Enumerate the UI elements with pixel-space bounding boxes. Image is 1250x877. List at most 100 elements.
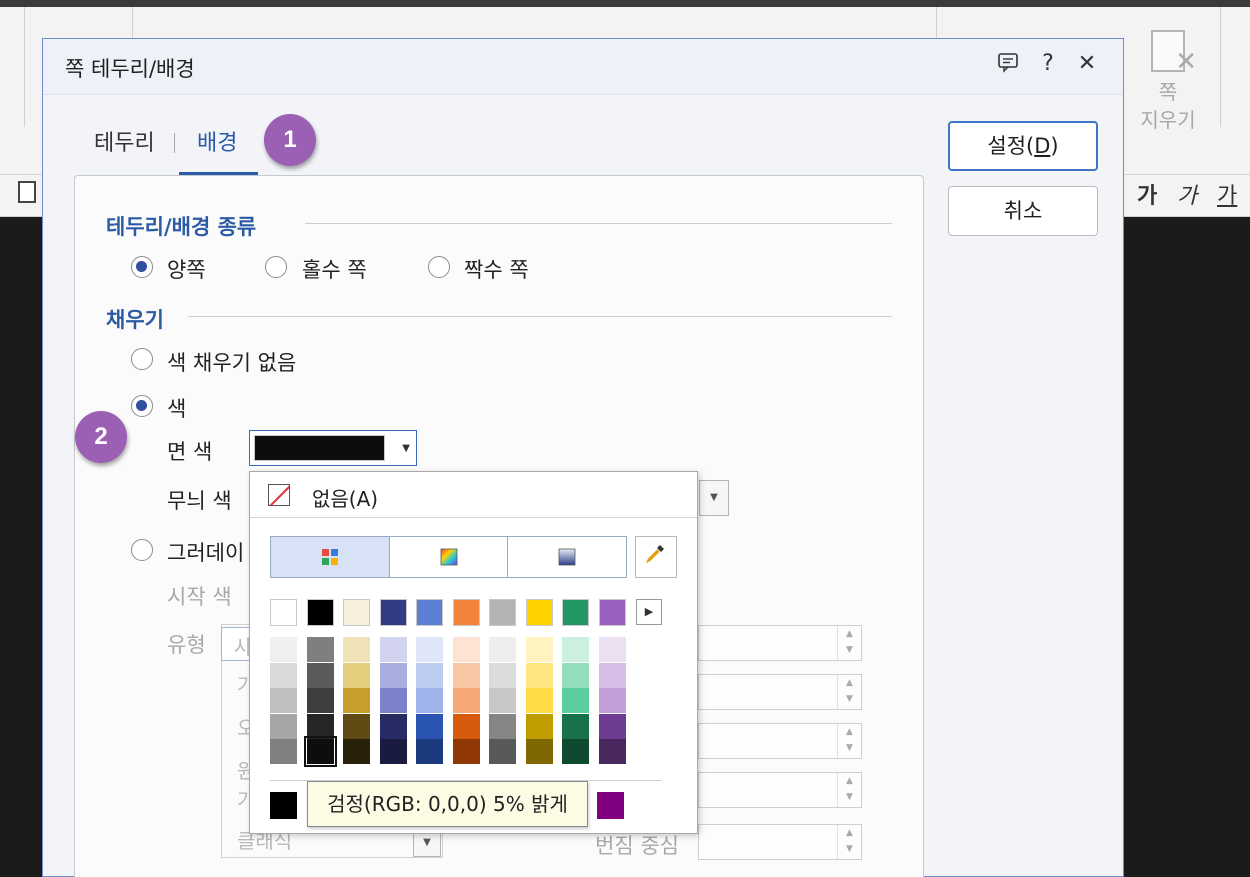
cancel-button[interactable]: 취소 xyxy=(948,186,1098,236)
shade-swatch[interactable] xyxy=(306,662,334,688)
shade-swatch[interactable] xyxy=(343,688,370,713)
shade-swatch[interactable] xyxy=(598,713,626,739)
spin-field[interactable]: ▲ ▼ xyxy=(698,674,862,710)
shade-swatch[interactable] xyxy=(379,637,407,662)
spin-field[interactable]: ▲ ▼ xyxy=(698,723,862,759)
shade-swatch[interactable] xyxy=(343,637,370,662)
shade-swatch[interactable] xyxy=(416,688,443,713)
radio-color-fill[interactable] xyxy=(131,395,153,417)
tab-theme-palette[interactable] xyxy=(271,537,390,577)
ok-button[interactable]: 설정(D) xyxy=(948,121,1098,171)
theme-color-swatch[interactable] xyxy=(525,599,553,626)
document-icon[interactable] xyxy=(18,181,36,203)
spin-field[interactable]: ▲ ▼ xyxy=(698,625,862,661)
no-color-option[interactable]: 없음(A) xyxy=(250,472,697,518)
shade-swatch[interactable] xyxy=(598,739,626,764)
radio-both-pages[interactable] xyxy=(131,256,153,278)
shade-swatch[interactable] xyxy=(379,739,407,764)
tab-spectrum[interactable] xyxy=(390,537,509,577)
clear-page-button[interactable]: 쪽 지우기 xyxy=(1130,30,1206,134)
radio-odd-pages[interactable] xyxy=(265,256,287,278)
theme-color-swatch[interactable] xyxy=(452,599,480,626)
shade-swatch[interactable] xyxy=(489,739,516,764)
underline-button[interactable]: 가 xyxy=(1217,178,1237,210)
more-colors-arrow[interactable]: ▶ xyxy=(636,599,662,625)
spin-arrows-icon[interactable]: ▲ ▼ xyxy=(837,675,861,709)
shade-swatch[interactable] xyxy=(452,688,480,713)
eyedropper-icon[interactable] xyxy=(635,536,677,578)
theme-color-swatch[interactable] xyxy=(379,599,407,626)
shade-swatch[interactable] xyxy=(416,637,443,662)
shade-swatch[interactable] xyxy=(379,662,407,688)
shade-swatch[interactable] xyxy=(562,637,589,662)
shade-swatch[interactable] xyxy=(489,713,516,739)
shade-swatch[interactable] xyxy=(343,739,370,764)
shade-swatch[interactable] xyxy=(416,713,443,739)
shade-swatch[interactable] xyxy=(452,637,480,662)
shade-swatch[interactable] xyxy=(416,739,443,764)
shade-swatch[interactable] xyxy=(270,688,297,713)
shade-swatch[interactable] xyxy=(525,739,553,764)
theme-color-swatch[interactable] xyxy=(598,599,626,626)
shade-swatch[interactable] xyxy=(598,637,626,662)
shade-swatch[interactable] xyxy=(525,688,553,713)
recent-color-swatch[interactable] xyxy=(270,792,297,819)
shade-swatch[interactable] xyxy=(306,713,334,739)
shade-swatch[interactable] xyxy=(452,739,480,764)
theme-color-swatch[interactable] xyxy=(306,599,334,626)
radio-even-pages[interactable] xyxy=(428,256,450,278)
dialog-titlebar[interactable]: 쪽 테두리/배경 ? ✕ xyxy=(43,39,1123,95)
shade-swatch[interactable] xyxy=(562,713,589,739)
shade-swatch[interactable] xyxy=(489,688,516,713)
shade-swatch[interactable] xyxy=(303,736,337,767)
shade-swatch[interactable] xyxy=(343,713,370,739)
shade-swatch[interactable] xyxy=(562,688,589,713)
tab-background[interactable]: 배경 xyxy=(197,125,237,157)
shade-swatch[interactable] xyxy=(306,688,334,713)
spin-arrows-icon[interactable]: ▲ ▼ xyxy=(837,724,861,758)
theme-color-swatch[interactable] xyxy=(416,599,443,626)
shade-swatch[interactable] xyxy=(489,637,516,662)
italic-button[interactable]: 가 xyxy=(1177,178,1197,210)
theme-color-swatch[interactable] xyxy=(270,599,297,626)
recent-color-swatch[interactable] xyxy=(597,792,624,819)
shade-swatch[interactable] xyxy=(598,688,626,713)
close-button[interactable]: ✕ xyxy=(1072,51,1102,76)
shade-swatch[interactable] xyxy=(270,637,297,662)
shade-swatch[interactable] xyxy=(416,662,443,688)
spin-arrows-icon[interactable]: ▲ ▼ xyxy=(837,626,861,660)
help-button[interactable]: ? xyxy=(1033,51,1063,76)
shade-swatch[interactable] xyxy=(525,637,553,662)
shade-swatch[interactable] xyxy=(306,637,334,662)
theme-color-swatch[interactable] xyxy=(489,599,516,626)
radio-gradient-fill[interactable] xyxy=(131,539,153,561)
comment-icon[interactable] xyxy=(993,51,1023,79)
shade-swatch[interactable] xyxy=(525,662,553,688)
shade-swatch[interactable] xyxy=(379,688,407,713)
shade-swatch[interactable] xyxy=(562,662,589,688)
shade-swatch[interactable] xyxy=(270,662,297,688)
shade-swatch[interactable] xyxy=(270,713,297,739)
radio-no-fill[interactable] xyxy=(131,348,153,370)
tab-border[interactable]: 테두리 xyxy=(94,125,155,157)
shade-swatch[interactable] xyxy=(562,739,589,764)
bold-button[interactable]: 가 xyxy=(1137,178,1157,210)
face-color-dropdown[interactable]: ▼ xyxy=(249,430,417,466)
shade-swatch[interactable] xyxy=(270,739,297,764)
spin-arrows-icon[interactable]: ▲ ▼ xyxy=(837,773,861,807)
shade-swatch[interactable] xyxy=(525,713,553,739)
spin-field-center[interactable]: ▲ ▼ xyxy=(698,824,862,860)
shade-swatch[interactable] xyxy=(489,662,516,688)
theme-color-swatch[interactable] xyxy=(343,599,370,626)
theme-color-swatch[interactable] xyxy=(562,599,589,626)
spin-arrows-icon[interactable]: ▲ ▼ xyxy=(837,825,861,859)
shade-swatch[interactable] xyxy=(379,713,407,739)
shade-swatch[interactable] xyxy=(598,662,626,688)
gradient-swatch-icon xyxy=(558,548,576,566)
shade-swatch[interactable] xyxy=(343,662,370,688)
shade-swatch[interactable] xyxy=(452,713,480,739)
pattern-color-dropdown-arrow[interactable]: ▼ xyxy=(699,480,729,516)
spin-field[interactable]: ▲ ▼ xyxy=(698,772,862,808)
tab-gradient-swatches[interactable] xyxy=(508,537,626,577)
shade-swatch[interactable] xyxy=(452,662,480,688)
